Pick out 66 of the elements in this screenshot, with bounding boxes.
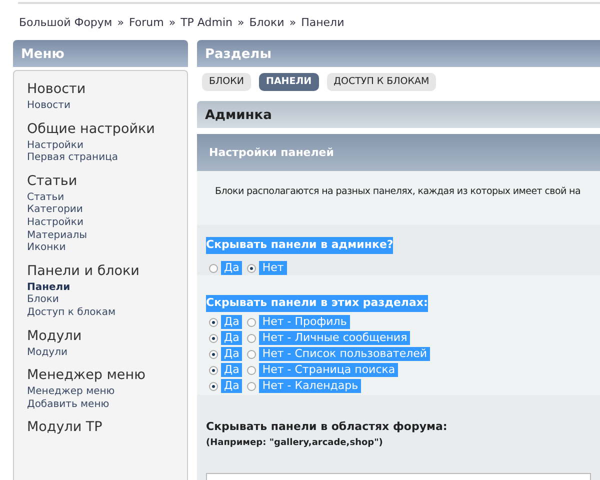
hint-text: (Например: "gallery,arcade,shop") (206, 437, 384, 450)
sidebar-link[interactable]: Первая страница (27, 152, 174, 165)
section-header: Разделы (197, 40, 600, 67)
radio-label: Нет - Страница поиска (259, 363, 398, 378)
radio-button[interactable] (209, 264, 218, 273)
radio-button[interactable] (247, 350, 256, 359)
sidebar-link[interactable]: Категории (27, 204, 174, 217)
radio-button[interactable] (247, 382, 256, 391)
subsection-header: Админка (197, 101, 600, 128)
radio-label: Да (221, 347, 242, 362)
sidebar-heading: Панели и блоки (27, 262, 140, 280)
sidebar-heading: Общие настройки (27, 120, 156, 138)
radio-button[interactable] (209, 366, 218, 375)
radio-label: Нет (259, 261, 287, 276)
radio-label: Да (221, 363, 242, 378)
radio-label: Да (221, 331, 242, 346)
sidebar-link[interactable]: Настройки (27, 216, 174, 230)
radio-button[interactable] (209, 318, 218, 327)
breadcrumb-link[interactable]: Панели (301, 16, 344, 29)
tab[interactable]: БЛОКИ (202, 73, 251, 92)
sidebar-heading: Модули (27, 328, 83, 345)
radio-button[interactable] (247, 366, 256, 375)
sidebar-link[interactable]: Доступ к блокам (27, 306, 174, 320)
setting-label: Скрывать панели в этих разделах: (206, 295, 428, 312)
panel-title: Настройки панелей (209, 144, 334, 160)
setting-label: Скрывать панели в админке? (206, 237, 394, 254)
sidebar-link[interactable]: Панели (27, 282, 174, 294)
tab[interactable]: ПАНЕЛИ (259, 73, 319, 92)
breadcrumb-separator: » (117, 16, 124, 29)
sidebar-link[interactable]: Модули (27, 346, 174, 360)
sidebar-link[interactable]: Настройки (27, 140, 174, 152)
sidebar-link[interactable]: Менеджер меню (27, 386, 174, 399)
sidebar-heading: Модули TP (27, 419, 104, 436)
radio-button[interactable] (209, 350, 218, 359)
radio-button[interactable] (247, 334, 256, 343)
breadcrumb-separator: » (237, 16, 244, 29)
radio-button[interactable] (209, 382, 218, 391)
radio-button[interactable] (247, 318, 256, 327)
sidebar-link[interactable]: Иконки (27, 242, 174, 255)
radio-button[interactable] (247, 264, 256, 273)
radio-label: Да (221, 261, 242, 276)
breadcrumb-link[interactable]: Большой Форум (19, 16, 112, 29)
sidebar-link[interactable]: Статьи (27, 192, 174, 204)
breadcrumb-link[interactable]: Блоки (249, 16, 284, 29)
breadcrumb-link[interactable]: TP Admin (180, 16, 232, 29)
sidebar-link[interactable]: Материалы (27, 230, 174, 242)
tab[interactable]: ДОСТУП К БЛОКАМ (326, 73, 436, 92)
sidebar-header: Меню (13, 40, 188, 67)
setting-label: Скрывать панели в областях форума: (206, 419, 448, 436)
description-text: Блоки располагаются на разных панелях, каждая из которых имеет свой на (215, 186, 580, 198)
radio-label: Нет - Календарь (259, 379, 362, 394)
radio-label: Нет - Список пользователей (259, 347, 430, 362)
sidebar-heading: Менеджер меню (27, 367, 146, 384)
sidebar-link[interactable]: Добавить меню (27, 398, 174, 412)
sidebar-heading: Новости (27, 81, 87, 98)
breadcrumb-link[interactable]: Forum (128, 16, 164, 29)
radio-label: Нет - Профиль (259, 315, 350, 330)
sidebar-heading: Статьи (27, 172, 78, 190)
radio-label: Нет - Личные сообщения (259, 331, 410, 346)
radio-label: Да (221, 379, 242, 394)
sidebar-link[interactable]: Блоки (27, 294, 174, 307)
breadcrumb-separator: » (289, 16, 296, 29)
radio-button[interactable] (209, 334, 218, 343)
radio-label: Да (221, 315, 242, 330)
sidebar-link[interactable]: Новости (27, 100, 174, 113)
breadcrumb-separator: » (168, 16, 176, 29)
